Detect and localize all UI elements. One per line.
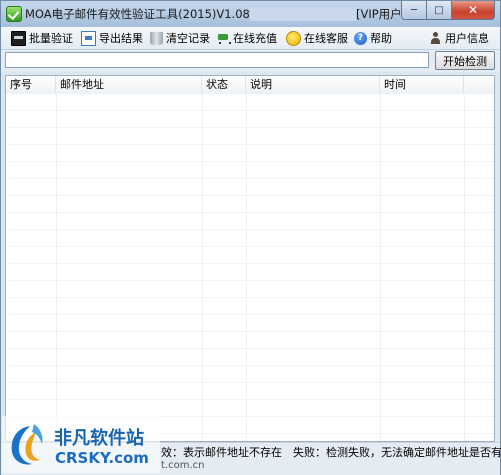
- column-header-index[interactable]: 序号: [6, 76, 56, 94]
- user-info-label: 用户信息: [445, 32, 489, 45]
- clear-button[interactable]: 清空记录: [150, 30, 210, 46]
- column-header-description[interactable]: 说明: [246, 76, 380, 94]
- app-check-icon: [6, 6, 22, 22]
- toolbar: 批量验证 导出结果 清空记录 在线充值 在线客服 ? 帮助 用户信息: [1, 27, 500, 50]
- close-button[interactable]: ✕: [451, 1, 495, 20]
- batch-verify-button[interactable]: 批量验证: [11, 30, 73, 46]
- window-controls: ─ □ ✕: [401, 1, 495, 20]
- minimize-button[interactable]: ─: [401, 1, 426, 20]
- input-row: 开始检测: [1, 50, 500, 72]
- batch-verify-icon: [11, 30, 26, 46]
- status-legend: 效：表示邮件地址不存在 失败：检测失败，无法确定邮件地址是否有效: [161, 446, 501, 459]
- smiley-icon: [286, 30, 301, 46]
- column-divider: [380, 94, 381, 441]
- column-header-email[interactable]: 邮件地址: [56, 76, 202, 94]
- window-title: MOA电子邮件有效性验证工具(2015)V1.08████████████[VI…: [25, 7, 407, 21]
- column-header-status[interactable]: 状态: [202, 76, 246, 94]
- column-divider: [246, 94, 247, 441]
- table-body: [6, 94, 494, 441]
- column-divider: [56, 94, 57, 441]
- support-label: 在线客服: [304, 32, 348, 45]
- status-url: t.com.cn: [161, 460, 205, 471]
- export-button[interactable]: 导出结果: [81, 30, 143, 46]
- maximize-button[interactable]: □: [426, 1, 451, 20]
- app-window: MOA电子邮件有效性验证工具(2015)V1.08████████████[VI…: [0, 0, 501, 475]
- crsky-logo-icon: [11, 424, 43, 465]
- table-header: 序号 邮件地址 状态 说明 时间: [6, 76, 494, 95]
- start-check-button[interactable]: 开始检测: [435, 51, 495, 70]
- recharge-label: 在线充值: [233, 32, 277, 45]
- clear-label: 清空记录: [166, 32, 210, 45]
- watermark-en: CRSKY.com: [55, 449, 149, 467]
- help-label: 帮助: [370, 32, 392, 45]
- support-button[interactable]: 在线客服: [286, 30, 348, 46]
- email-input[interactable]: [5, 52, 429, 68]
- recharge-button[interactable]: 在线充值: [217, 30, 277, 46]
- user-icon: [429, 31, 442, 45]
- help-icon: ?: [354, 31, 367, 45]
- cart-icon: [217, 32, 231, 45]
- export-label: 导出结果: [99, 32, 143, 45]
- column-divider: [464, 94, 465, 441]
- user-info-button[interactable]: 用户信息: [429, 30, 489, 46]
- help-button[interactable]: ? 帮助: [354, 30, 392, 46]
- export-icon: [81, 30, 96, 46]
- batch-verify-label: 批量验证: [29, 32, 73, 45]
- title-bar[interactable]: MOA电子邮件有效性验证工具(2015)V1.08████████████[VI…: [1, 1, 500, 27]
- column-header-time[interactable]: 时间: [380, 76, 464, 94]
- watermark-cn: 非凡软件站: [54, 428, 144, 449]
- results-table[interactable]: 序号 邮件地址 状态 说明 时间: [5, 75, 495, 442]
- column-divider: [202, 94, 203, 441]
- trash-icon: [150, 31, 163, 45]
- watermark: 非凡软件站 CRSKY.com: [2, 416, 160, 473]
